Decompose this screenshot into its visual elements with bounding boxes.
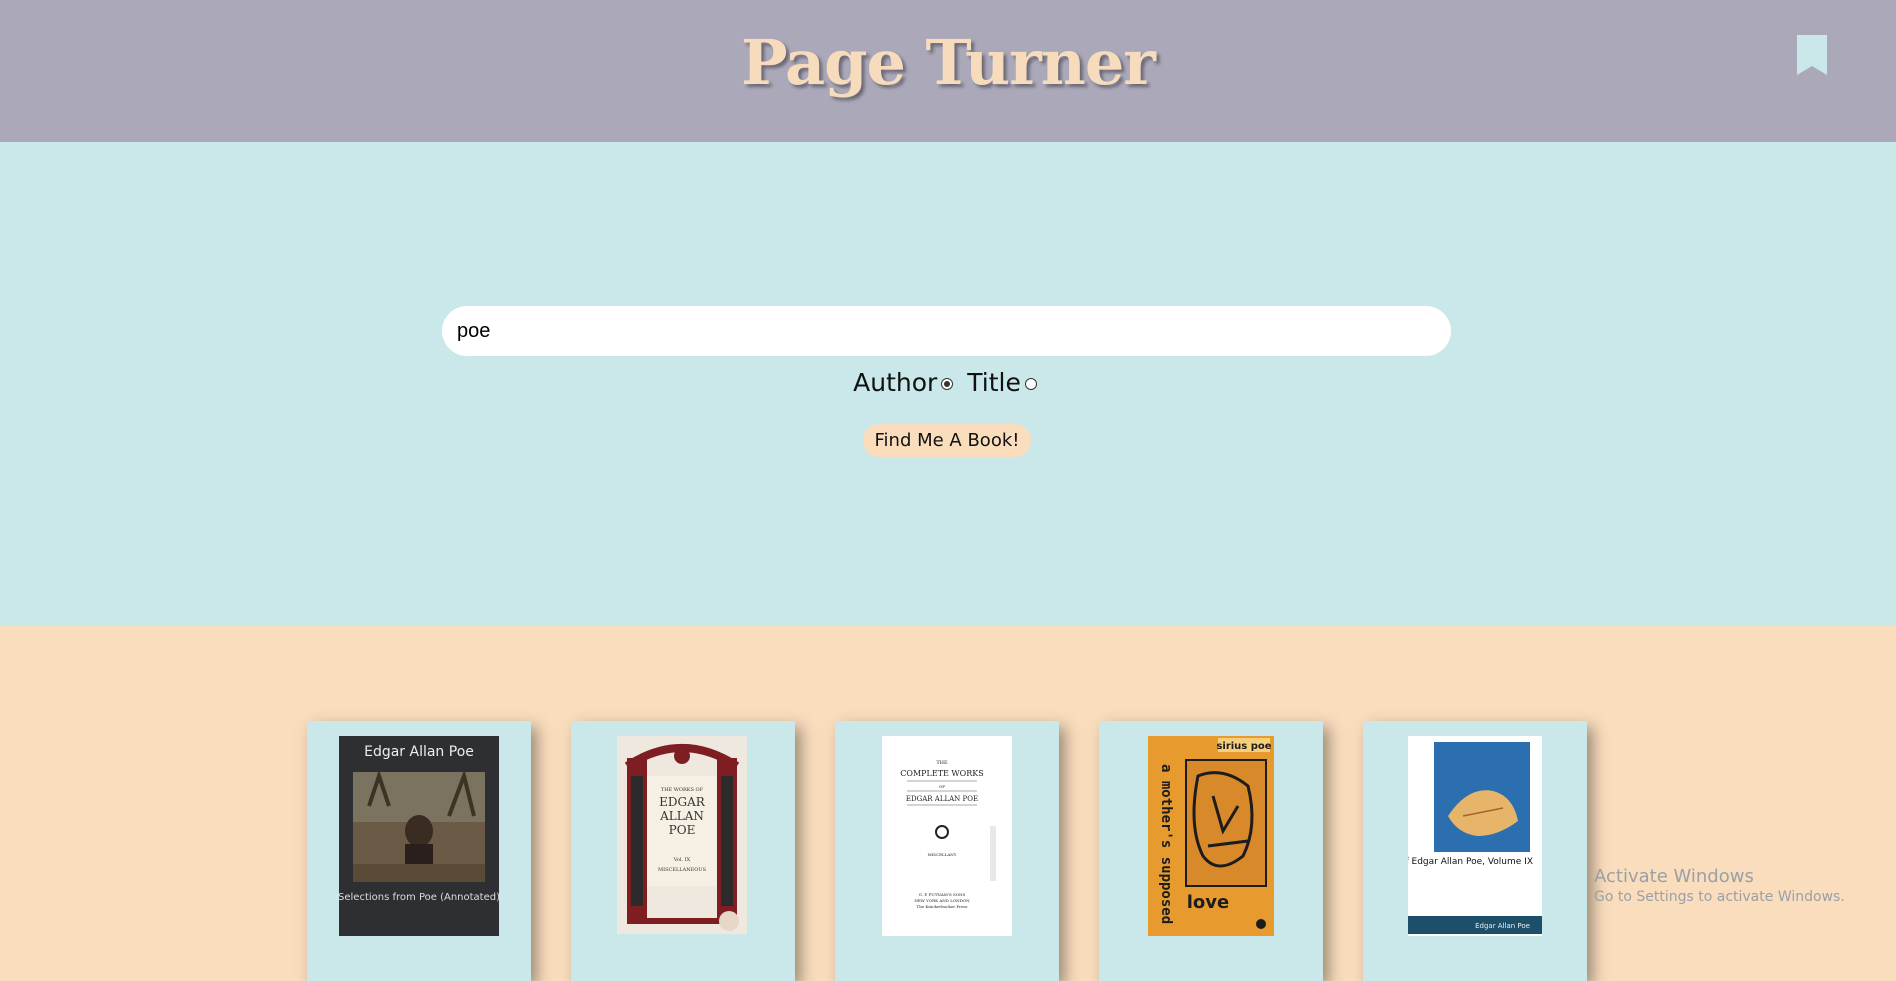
cover-title: Edgar Allan Poe bbox=[364, 744, 474, 760]
cover-title: The Works of Edgar Allan Poe, Volume IX bbox=[1408, 857, 1533, 867]
cover-line: The Knickerbocker Press bbox=[917, 904, 968, 909]
find-book-button[interactable]: Find Me A Book! bbox=[863, 424, 1031, 457]
cover-line: EDGAR bbox=[659, 795, 706, 809]
search-input[interactable] bbox=[442, 306, 1451, 356]
page-title: Page Turner bbox=[741, 26, 1156, 99]
book-cover-image: THE COMPLETE WORKS OF EDGAR ALLAN POE MI… bbox=[882, 736, 1012, 936]
cover-bottom: love bbox=[1187, 892, 1229, 913]
header: Page Turner bbox=[0, 0, 1896, 142]
book-cover-image: Edgar Allan Poe Selections from Poe (Ann… bbox=[339, 736, 499, 936]
watermark-line-2: Go to Settings to activate Windows. bbox=[1594, 889, 1845, 905]
cover-line: ALLAN bbox=[659, 809, 704, 823]
cover-line: NEW YORK AND LONDON bbox=[914, 898, 970, 903]
cover-line: THE WORKS OF bbox=[661, 787, 704, 793]
book-card[interactable]: The Works of Edgar Allan Poe, Volume IX … bbox=[1363, 721, 1587, 981]
radio-author[interactable] bbox=[941, 378, 954, 390]
radio-title[interactable] bbox=[1024, 378, 1037, 390]
radio-author-label: Author bbox=[853, 368, 938, 397]
cover-line: Vol. IX bbox=[673, 857, 691, 863]
bookmark-icon[interactable] bbox=[1797, 35, 1827, 75]
cover-line: MISCELLANEOUS bbox=[658, 867, 707, 873]
cover-line: POE bbox=[669, 823, 696, 837]
cover-subtitle: Selections from Poe (Annotated) bbox=[339, 892, 499, 903]
book-cover-image: The Works of Edgar Allan Poe, Volume IX … bbox=[1408, 736, 1542, 936]
activate-windows-watermark: Activate Windows Go to Settings to activ… bbox=[1594, 866, 1845, 905]
radio-title-label: Title bbox=[967, 368, 1021, 397]
results-section: Edgar Allan Poe Selections from Poe (Ann… bbox=[0, 626, 1896, 981]
watermark-line-1: Activate Windows bbox=[1594, 866, 1754, 887]
book-cover-image: sirius poe a mother's supposed love bbox=[1148, 736, 1274, 936]
cover-author: Edgar Allan Poe bbox=[1475, 922, 1530, 930]
book-card[interactable]: Edgar Allan Poe Selections from Poe (Ann… bbox=[307, 721, 531, 981]
cover-line: THE bbox=[936, 760, 948, 766]
book-card[interactable]: THE COMPLETE WORKS OF EDGAR ALLAN POE MI… bbox=[835, 721, 1059, 981]
book-card[interactable]: sirius poe a mother's supposed love bbox=[1099, 721, 1323, 981]
cover-top: sirius poe bbox=[1216, 741, 1271, 752]
cover-line: COMPLETE WORKS bbox=[900, 769, 983, 778]
cover-line: G. P. PUTNAM'S SONS bbox=[919, 892, 966, 897]
book-card[interactable]: THE WORKS OF EDGAR ALLAN POE Vol. IX MIS… bbox=[571, 721, 795, 981]
cover-line: OF bbox=[939, 784, 945, 789]
cover-line: MISCELLANY bbox=[928, 852, 957, 857]
cover-side: a mother's supposed bbox=[1158, 764, 1174, 924]
search-type-radio-group: Author Title bbox=[0, 368, 1896, 397]
book-cover-image: THE WORKS OF EDGAR ALLAN POE Vol. IX MIS… bbox=[617, 736, 747, 934]
cover-line: EDGAR ALLAN POE bbox=[906, 795, 978, 803]
